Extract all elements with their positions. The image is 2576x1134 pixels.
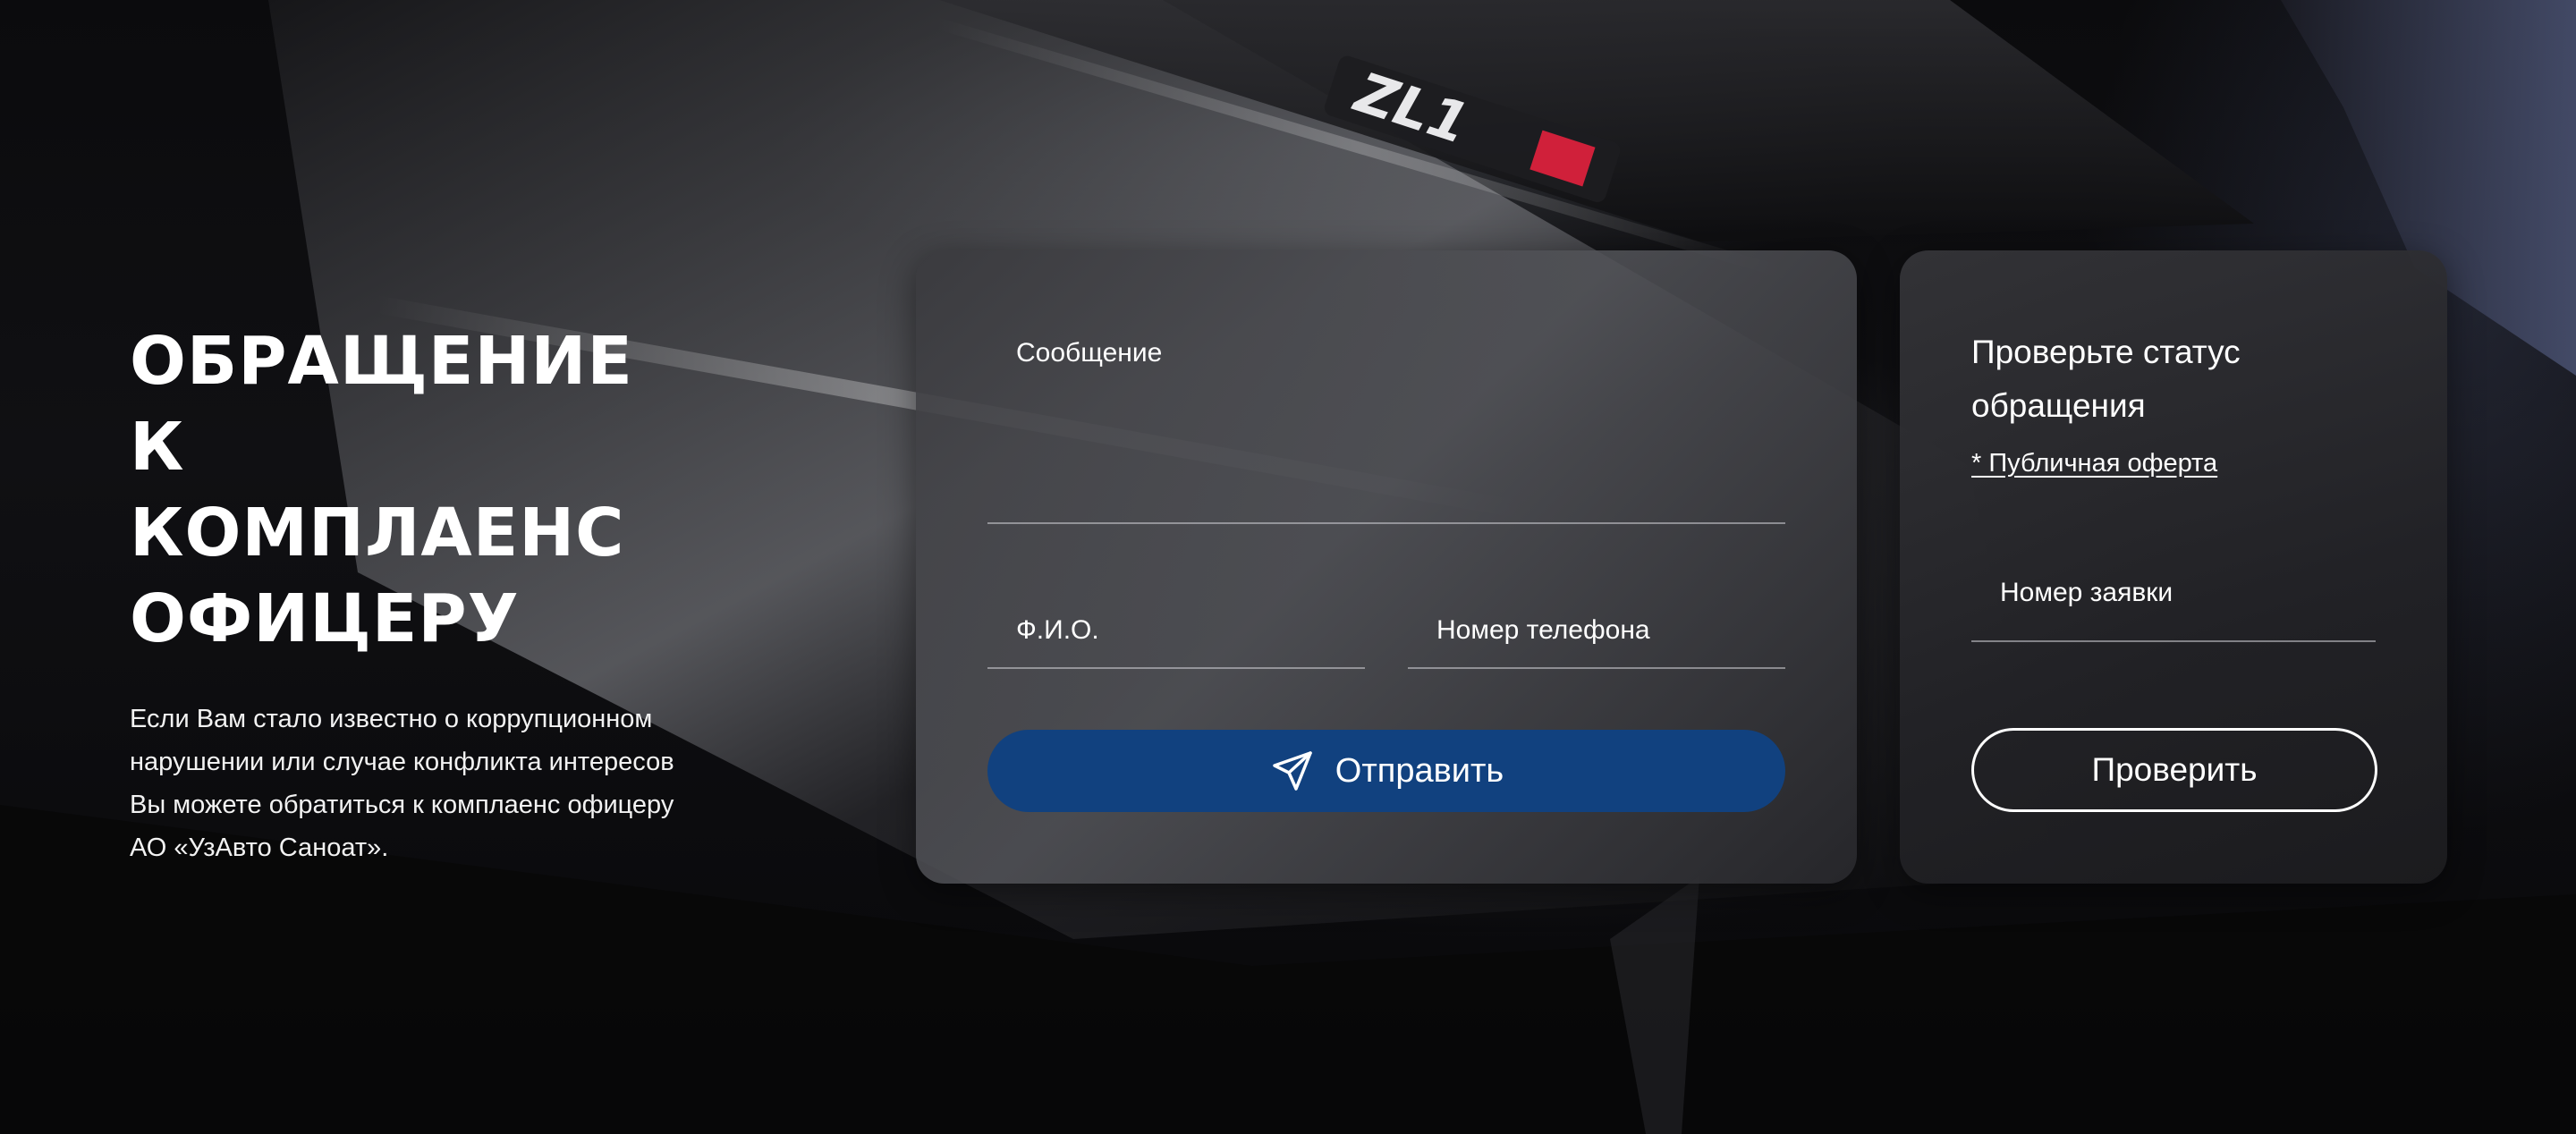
- send-button[interactable]: Отправить: [987, 730, 1785, 812]
- page-root: ZL1 ОБРАЩЕНИЕ К КОМПЛАЕНС ОФИЦЕРУ Если В…: [0, 0, 2576, 1134]
- order-number-label: Номер заявки: [2000, 578, 2174, 607]
- send-button-label: Отправить: [1335, 751, 1504, 790]
- intro-section: ОБРАЩЕНИЕ К КОМПЛАЕНС ОФИЦЕРУ Если Вам с…: [130, 318, 684, 869]
- status-check-card: Проверьте статус обращения * Публичная о…: [1900, 250, 2447, 884]
- public-offer-link[interactable]: * Публичная оферта: [1971, 449, 2217, 478]
- status-title: Проверьте статус обращения: [1971, 334, 2241, 424]
- check-button[interactable]: Проверить: [1971, 728, 2377, 812]
- paper-plane-icon: [1269, 748, 1316, 794]
- message-field[interactable]: Сообщение: [987, 295, 1785, 524]
- intro-description: Если Вам стало известно о коррупционном …: [130, 705, 674, 862]
- page-title: ОБРАЩЕНИЕ К КОМПЛАЕНС ОФИЦЕРУ: [130, 318, 684, 662]
- title-line-2: КОМПЛАЕНС: [130, 495, 625, 571]
- message-label: Сообщение: [1016, 338, 1163, 368]
- appeal-form-card: Сообщение Ф.И.О. Номер телефона Отправит…: [916, 250, 1857, 884]
- full-name-label: Ф.И.О.: [1016, 615, 1099, 645]
- phone-label: Номер телефона: [1436, 615, 1650, 645]
- full-name-field[interactable]: Ф.И.О.: [987, 578, 1365, 669]
- check-button-label: Проверить: [2091, 751, 2258, 788]
- phone-field[interactable]: Номер телефона: [1408, 578, 1785, 669]
- title-line-1: ОБРАЩЕНИЕ К: [130, 323, 633, 486]
- order-number-field[interactable]: Номер заявки: [1971, 551, 2376, 642]
- title-line-3: ОФИЦЕРУ: [130, 580, 520, 657]
